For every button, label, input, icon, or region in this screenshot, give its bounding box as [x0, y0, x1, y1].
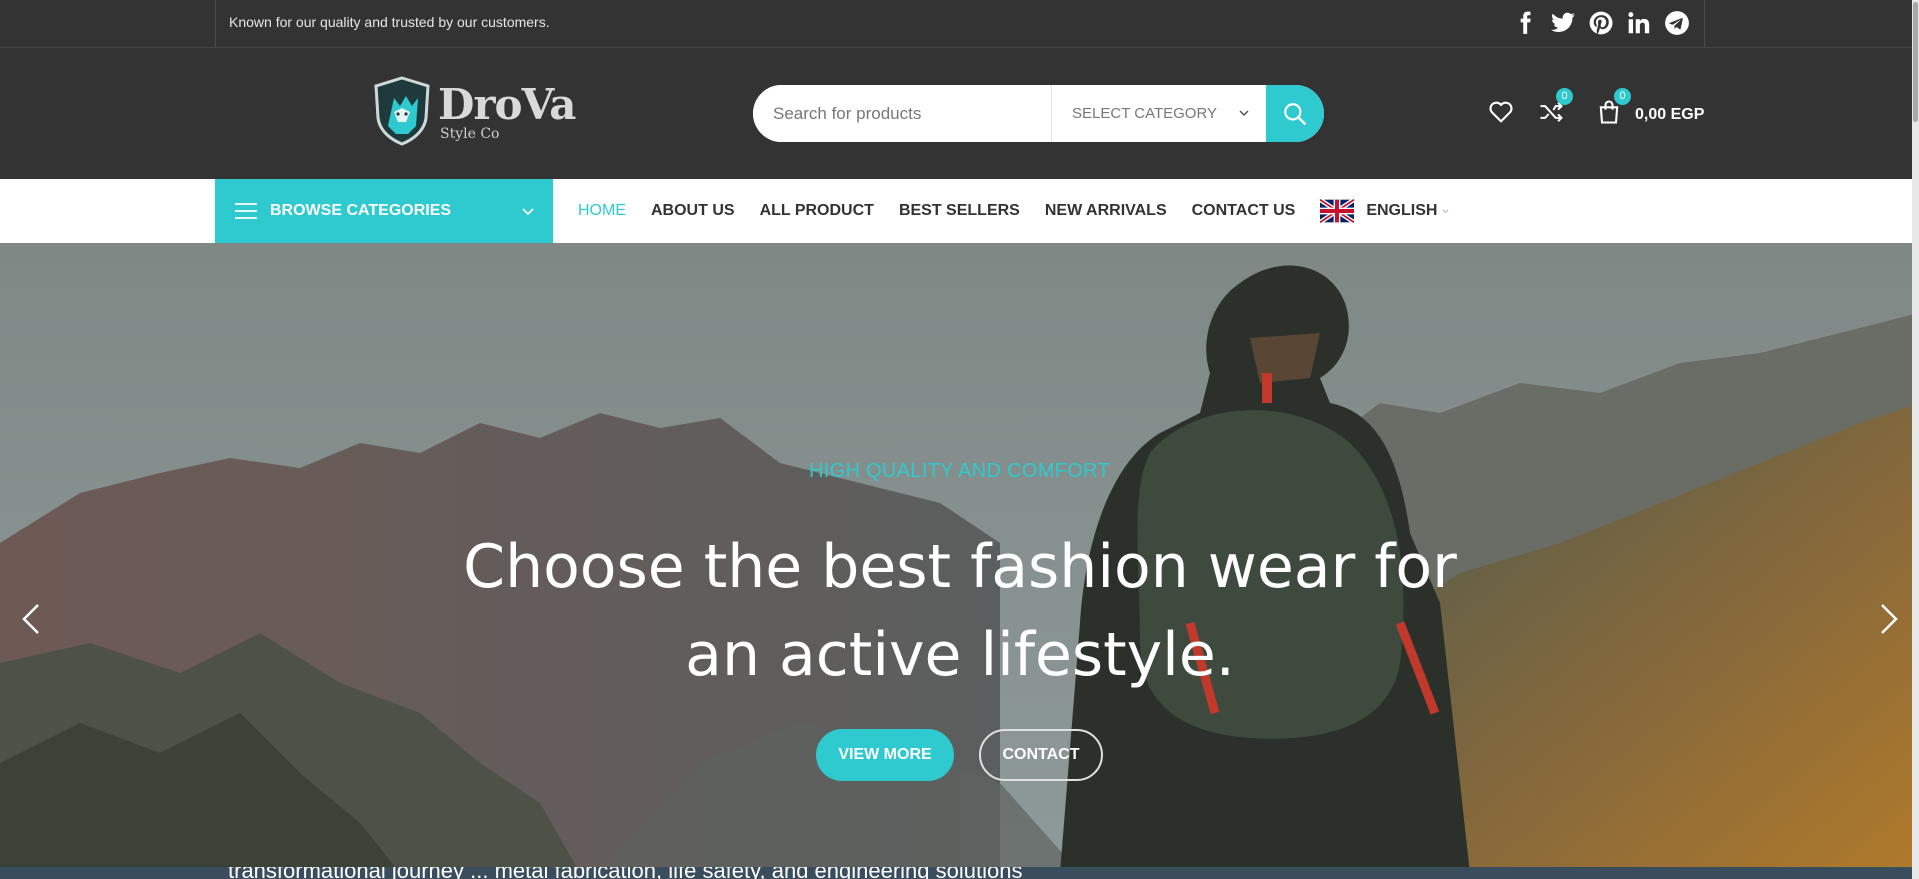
twitter-icon[interactable] [1550, 10, 1576, 36]
prev-slide-button[interactable] [16, 601, 46, 637]
top-bar-text: Known for our quality and trusted by our… [229, 14, 550, 30]
main-nav: BROWSE CATEGORIES HOME ABOUT US ALL PROD… [0, 179, 1919, 243]
hero-kicker: HIGH QUALITY AND COMFORT [809, 460, 1110, 482]
search-icon [1284, 102, 1306, 125]
next-section-peek: transformational journey ... metal fabri… [0, 867, 1919, 879]
chevron-right-icon [1881, 604, 1898, 634]
wolf-shield-icon [374, 76, 430, 146]
cart-button[interactable]: 0 [1595, 88, 1631, 126]
search-input[interactable] [753, 85, 1051, 142]
nav-item-all-product[interactable]: ALL PRODUCT [760, 202, 874, 220]
social-links [1512, 10, 1690, 36]
nav-menu: HOME ABOUT US ALL PRODUCT BEST SELLERS N… [578, 179, 1450, 243]
chevron-down-icon [1239, 110, 1249, 117]
view-more-button[interactable]: VIEW MORE [816, 729, 954, 781]
category-select-label: SELECT CATEGORY [1072, 105, 1218, 122]
top-bar-inner: Known for our quality and trusted by our… [215, 0, 1705, 47]
cart-amount[interactable]: 0,00 EGP [1635, 106, 1704, 124]
language-switcher[interactable]: ENGLISH [1320, 199, 1450, 223]
compare-button[interactable]: 0 [1537, 88, 1573, 126]
top-bar: Known for our quality and trusted by our… [0, 0, 1919, 48]
search-bar: SELECT CATEGORY [753, 85, 1324, 142]
facebook-icon[interactable] [1512, 10, 1538, 36]
compare-count-badge: 0 [1556, 88, 1573, 105]
chevron-down-icon [522, 208, 534, 216]
nav-item-new-arrivals[interactable]: NEW ARRIVALS [1045, 202, 1167, 220]
chevron-down-icon [1442, 208, 1450, 213]
browse-categories-button[interactable]: BROWSE CATEGORIES [215, 179, 553, 243]
logo-wordmark: DroVa [438, 80, 577, 129]
uk-flag-icon [1320, 199, 1355, 223]
telegram-icon[interactable] [1664, 10, 1690, 36]
nav-item-about-us[interactable]: ABOUT US [651, 202, 735, 220]
linkedin-icon[interactable] [1626, 10, 1652, 36]
nav-item-home[interactable]: HOME [578, 202, 626, 220]
scrollbar-thumb[interactable] [1913, 2, 1918, 122]
hero-slider: HIGH QUALITY AND COMFORT Choose the best… [0, 243, 1919, 873]
browse-categories-label: BROWSE CATEGORIES [270, 202, 452, 219]
logo-tagline: Style Co [440, 126, 500, 142]
header-icons: 0 0 0,00 EGP [1487, 88, 1704, 126]
hero-title: Choose the best fashion wear for an acti… [463, 532, 1457, 690]
heart-icon [1489, 101, 1513, 123]
search-button[interactable] [1266, 85, 1324, 142]
contact-button[interactable]: CONTACT [979, 729, 1103, 781]
site-header: DroVa Style Co SELECT CATEGORY 0 0 0,00 … [0, 48, 1919, 179]
next-section-text: transformational journey ... metal fabri… [228, 867, 1022, 879]
pinterest-icon[interactable] [1588, 10, 1614, 36]
next-slide-button[interactable] [1874, 601, 1904, 637]
cart-count-badge: 0 [1614, 88, 1631, 105]
chevron-left-icon [22, 604, 39, 634]
page-scrollbar[interactable] [1912, 0, 1919, 879]
wishlist-button[interactable] [1487, 98, 1515, 126]
nav-item-contact-us[interactable]: CONTACT US [1192, 202, 1296, 220]
language-label: ENGLISH [1366, 202, 1438, 219]
nav-item-best-sellers[interactable]: BEST SELLERS [899, 202, 1020, 220]
menu-icon [235, 203, 257, 219]
category-select[interactable]: SELECT CATEGORY [1051, 85, 1266, 142]
site-logo[interactable]: DroVa Style Co [372, 76, 577, 148]
